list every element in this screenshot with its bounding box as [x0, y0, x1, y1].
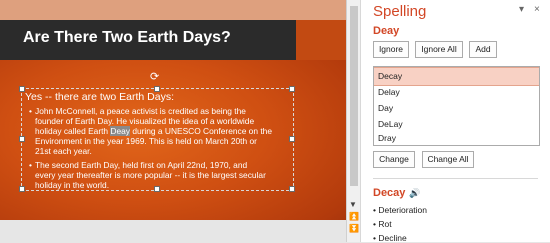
bullet-line: founder of Earth Day. He visualized the … — [35, 116, 255, 126]
next-slide-icon[interactable]: ⏬ — [349, 224, 359, 233]
resize-handle[interactable] — [19, 186, 25, 192]
bullet-level2[interactable]: • John McConnell, a peace activist is cr… — [29, 106, 290, 156]
suggestion-item[interactable]: Dray — [374, 130, 539, 147]
close-icon[interactable]: × — [534, 4, 540, 15]
speaker-icon[interactable]: 🔊 — [409, 188, 420, 199]
bullet-line: 21st each year. — [35, 146, 92, 156]
slide-workspace: Are There Two Earth Days? ⟳ Yes -- there… — [0, 0, 346, 242]
synonym-item: • Rot — [373, 219, 392, 229]
suggestion-item[interactable]: Delay — [374, 84, 539, 101]
bullet-dot: • — [29, 106, 32, 116]
resize-handle[interactable] — [289, 86, 295, 92]
suggestion-item[interactable]: Day — [374, 100, 539, 117]
spelling-pane: Spelling ▾ × Deay Ignore Ignore All Add … — [360, 0, 550, 243]
bullet-line: Environment in the year 1969. This is he… — [35, 136, 257, 146]
bullet-dot: • — [29, 160, 32, 170]
slide-top-band — [0, 0, 346, 20]
bullet-line: every year thereafter is more popular --… — [35, 170, 266, 180]
synonym-item: • Deterioration — [373, 205, 428, 215]
bullet-level2[interactable]: • The second Earth Day, held first on Ap… — [29, 160, 290, 190]
bullet-line: holiday called Earth Deay during a UNESC… — [35, 126, 290, 136]
misspelled-word-highlight[interactable]: Deay — [110, 126, 130, 136]
bullet-line-segment: holiday called Earth — [35, 126, 109, 136]
previous-slide-icon[interactable]: ⏫ — [349, 212, 359, 221]
bullet-line: The second Earth Day, held first on Apri… — [35, 160, 248, 170]
pane-title: Spelling — [373, 3, 427, 20]
bullet-level1[interactable]: Yes -- there are two Earth Days: — [25, 91, 174, 103]
slide-accent-strip — [296, 20, 346, 60]
bullet-line-segment: during a UNESCO Conference on the — [132, 126, 272, 136]
slide-title[interactable]: Are There Two Earth Days? — [23, 29, 231, 47]
vertical-scrollbar[interactable]: ▼ ⏫ ⏬ — [346, 0, 361, 242]
pane-options-icon[interactable]: ▾ — [519, 4, 524, 15]
bullet-line: John McConnell, a peace activist is cred… — [35, 106, 246, 116]
ignore-all-button[interactable]: Ignore All — [415, 41, 463, 58]
resize-handle[interactable] — [19, 136, 25, 142]
bullet-line: holiday in the world. — [35, 180, 110, 190]
misspelled-word: Deay — [373, 25, 400, 37]
suggestion-list[interactable]: Decay Delay Day DeLay Dray — [373, 66, 540, 146]
add-button[interactable]: Add — [469, 41, 497, 58]
definition-word: Decay — [373, 187, 406, 199]
divider — [373, 178, 538, 179]
change-button[interactable]: Change — [373, 151, 415, 168]
ignore-button[interactable]: Ignore — [373, 41, 409, 58]
change-all-button[interactable]: Change All — [422, 151, 474, 168]
scrollbar-thumb[interactable] — [350, 6, 358, 186]
rotate-handle-icon[interactable]: ⟳ — [150, 70, 159, 83]
scroll-down-icon[interactable]: ▼ — [349, 200, 357, 209]
